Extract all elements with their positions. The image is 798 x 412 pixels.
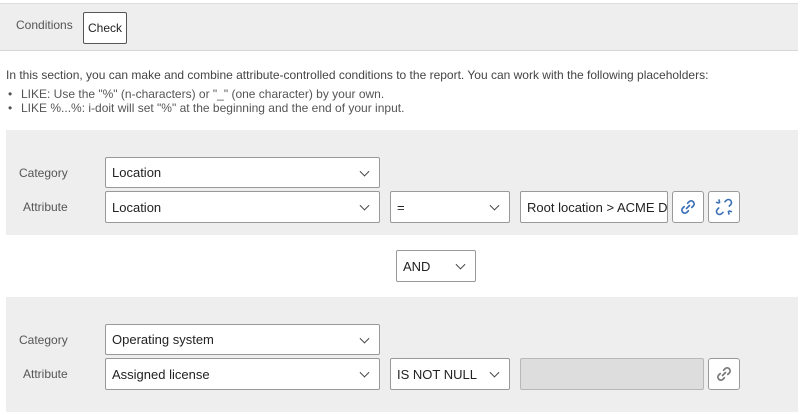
chevron-down-icon	[359, 166, 370, 177]
chevron-down-icon	[489, 200, 500, 211]
hint-like-wrapped: LIKE %...%: i-doit will set "%" at the b…	[8, 101, 404, 115]
category-label: Category	[19, 333, 68, 347]
connector-select[interactable]: AND	[396, 250, 476, 282]
category-select[interactable]: Location	[105, 157, 380, 188]
chevron-down-icon	[359, 333, 370, 344]
attribute-label: Attribute	[23, 367, 68, 381]
category-label: Category	[19, 166, 68, 180]
link-icon	[681, 200, 695, 214]
chevron-down-icon	[359, 367, 370, 378]
attribute-select[interactable]: Location	[105, 191, 380, 223]
unlink-object-button[interactable]	[708, 191, 740, 223]
chevron-down-icon	[359, 200, 370, 211]
hint-like: LIKE: Use the "%" (n-characters) or "_" …	[8, 87, 404, 101]
chevron-down-icon	[489, 367, 500, 378]
operator-select[interactable]: =	[390, 191, 510, 223]
connector-select-value: AND	[403, 258, 431, 274]
link-object-button[interactable]	[672, 191, 704, 223]
check-button[interactable]: Check	[83, 12, 127, 44]
attribute-label: Attribute	[23, 200, 68, 214]
placeholder-hints: LIKE: Use the "%" (n-characters) or "_" …	[8, 87, 404, 115]
conditions-tab-label: Conditions	[16, 18, 73, 32]
operator-select-value: =	[397, 199, 405, 215]
category-select-value: Operating system	[112, 332, 214, 347]
operator-select-value: IS NOT NULL	[397, 366, 477, 382]
category-select-value: Location	[112, 165, 162, 180]
intro-text: In this section, you can make and combin…	[6, 68, 709, 82]
link-object-button[interactable]	[708, 358, 740, 390]
chevron-down-icon	[455, 259, 466, 270]
unlink-icon	[715, 198, 733, 216]
attribute-select-value: Location	[112, 199, 162, 215]
link-icon	[717, 367, 731, 381]
category-select[interactable]: Operating system	[105, 324, 380, 355]
value-input[interactable]	[520, 358, 704, 390]
attribute-select-value: Assigned license	[112, 366, 210, 382]
operator-select[interactable]: IS NOT NULL	[390, 358, 510, 390]
attribute-select[interactable]: Assigned license	[105, 358, 380, 390]
value-input[interactable]: Root location > ACME Data Center	[520, 191, 668, 223]
value-input-text: Root location > ACME Data Center	[527, 199, 668, 215]
